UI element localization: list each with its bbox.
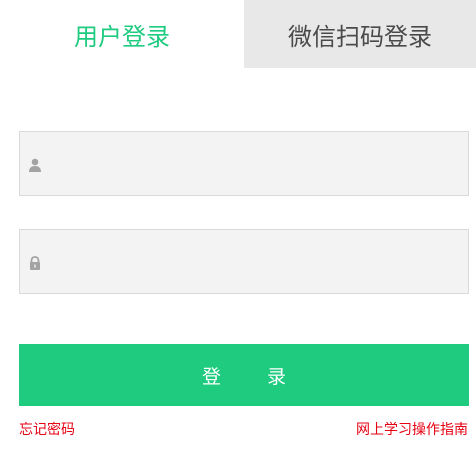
login-button[interactable]: 登 录 [19,344,469,406]
forgot-password-link[interactable]: 忘记密码 [19,420,75,440]
user-icon [28,157,42,172]
guide-link[interactable]: 网上学习操作指南 [356,420,468,440]
password-field[interactable] [19,229,469,294]
username-input[interactable] [54,132,464,195]
password-input[interactable] [54,230,464,293]
login-tabs: 用户登录 微信扫码登录 [0,0,476,68]
username-field[interactable] [19,131,469,196]
tab-wechat-login[interactable]: 微信扫码登录 [244,0,476,68]
tab-account-login[interactable]: 用户登录 [0,0,244,68]
lock-icon [28,255,42,270]
